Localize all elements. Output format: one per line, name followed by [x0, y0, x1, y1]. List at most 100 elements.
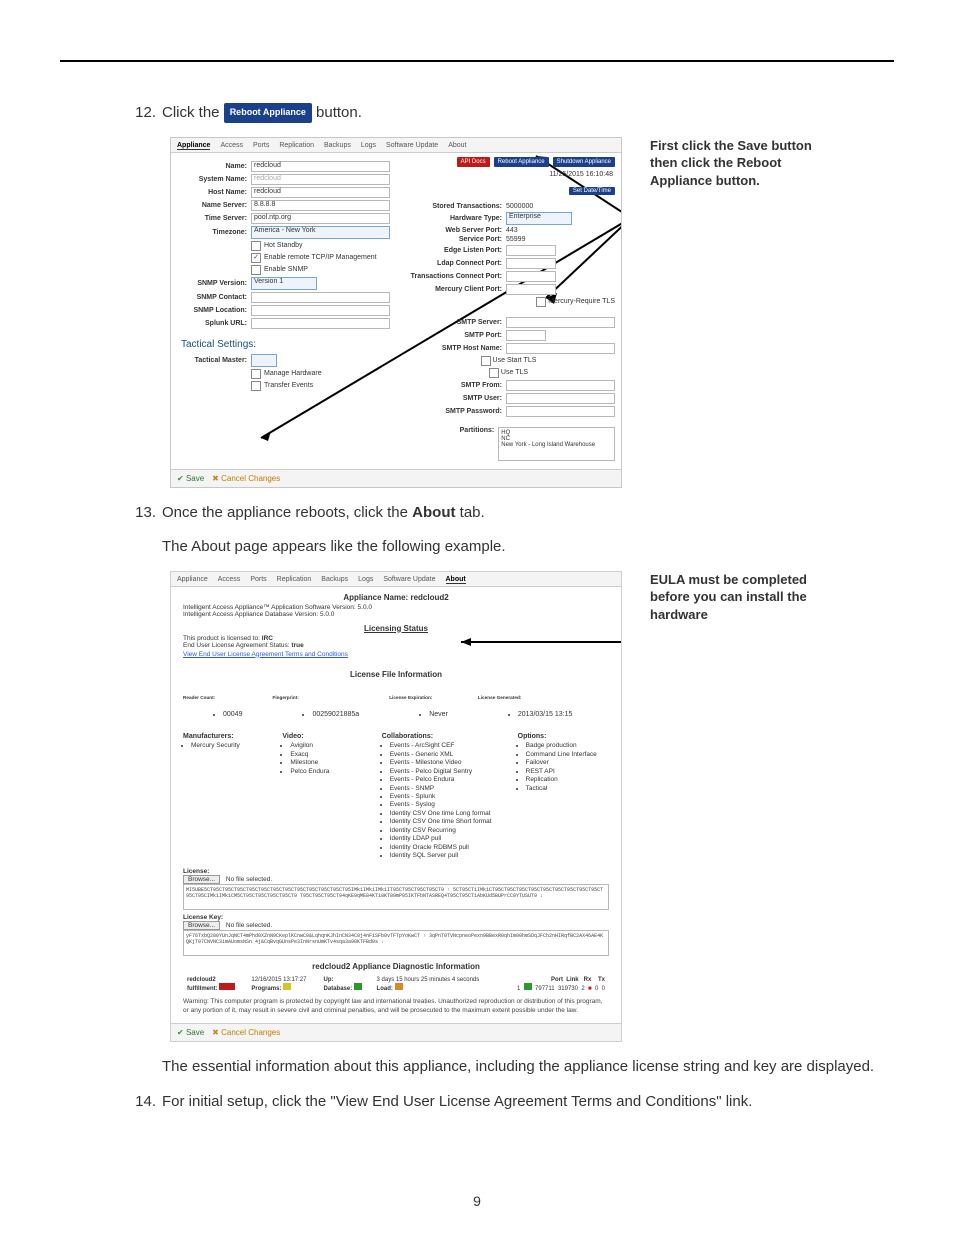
- host-name-label: Host Name:: [177, 189, 251, 196]
- cancel-changes-button[interactable]: ✖ Cancel Changes: [212, 474, 280, 483]
- step-12-pre: Click the: [162, 104, 224, 121]
- step-13-body: Once the appliance reboots, click the Ab…: [162, 502, 884, 525]
- hardware-type-select[interactable]: Enterprise: [506, 212, 572, 225]
- licensing-status-heading: Licensing Status: [171, 624, 621, 633]
- set-datetime-button[interactable]: Set Date/Time: [569, 187, 615, 195]
- splunk-url-input[interactable]: [251, 318, 390, 329]
- ldap-port-input[interactable]: [506, 258, 556, 269]
- tab-ports-2[interactable]: Ports: [250, 576, 266, 584]
- snmp-contact-input[interactable]: [251, 292, 390, 303]
- db-version: Intelligent Access Appliance Database Ve…: [171, 611, 621, 618]
- transfer-events-checkbox[interactable]: [251, 381, 261, 391]
- reboot-appliance-button[interactable]: Reboot Appliance: [494, 157, 549, 167]
- timezone-select[interactable]: America - New York: [251, 226, 390, 239]
- license-label: License:: [183, 868, 209, 875]
- hot-standby-checkbox[interactable]: [251, 241, 261, 251]
- starttls-checkbox[interactable]: [481, 356, 491, 366]
- diag-db: Database:: [324, 986, 353, 992]
- tactical-master-select[interactable]: [251, 354, 277, 367]
- diag-programs: Programs:: [251, 986, 281, 992]
- smtp-port-input[interactable]: [506, 330, 546, 341]
- tab-access[interactable]: Access: [220, 142, 243, 150]
- snmp-location-input[interactable]: [251, 305, 390, 316]
- net-c2: 0: [595, 986, 598, 992]
- list-item: Milestone: [290, 759, 373, 767]
- tab-ports[interactable]: Ports: [253, 142, 269, 150]
- manage-hardware-label: Manage Hardware: [264, 370, 322, 377]
- list-item: Avigilon: [290, 742, 373, 750]
- enable-snmp-checkbox[interactable]: [251, 265, 261, 275]
- tab-backups[interactable]: Backups: [324, 142, 351, 150]
- usetls-checkbox[interactable]: [489, 368, 499, 378]
- timezone-label: Timezone:: [177, 229, 251, 236]
- tab-about[interactable]: About: [448, 142, 466, 150]
- tab-backups-2[interactable]: Backups: [321, 576, 348, 584]
- smtp-server-input[interactable]: [506, 317, 615, 328]
- mercury-port-input[interactable]: [506, 284, 556, 295]
- tactical-master-label: Tactical Master:: [177, 357, 251, 364]
- tab-logs[interactable]: Logs: [361, 142, 376, 150]
- list-item: Identity SQL Server pull: [390, 852, 510, 860]
- snmp-version-select[interactable]: Version 1: [251, 277, 317, 290]
- list-item: Events - ArcSight CEF: [390, 742, 510, 750]
- fingerprint-val: 00259021885a: [312, 711, 359, 718]
- list-item: Identity Oracle RDBMS pull: [390, 844, 510, 852]
- list-item: Badge production: [526, 742, 609, 750]
- time-server-input[interactable]: pool.ntp.org: [251, 213, 390, 224]
- remote-tcpip-checkbox[interactable]: [251, 253, 261, 263]
- license-key-textarea[interactable]: yF76TxbQ280YUnJqNCT4mPhd0XZnN9CKeplKCnwC…: [183, 930, 609, 956]
- name-server-label: Name Server:: [177, 202, 251, 209]
- appliance-settings-screenshot: Appliance Access Ports Replication Backu…: [170, 137, 622, 488]
- list-item: Pelco Endura: [290, 768, 373, 776]
- smtp-host-input[interactable]: [506, 343, 615, 354]
- api-docs-button[interactable]: API Docs: [457, 157, 490, 167]
- starttls-label: Use Start TLS: [493, 357, 537, 364]
- step-14: 14. For initial setup, click the "View E…: [130, 1091, 884, 1114]
- step-12-num: 12.: [130, 102, 156, 125]
- list-item: Failover: [526, 759, 609, 767]
- stored-tx-value: 5000000: [506, 203, 533, 210]
- name-label: Name:: [177, 163, 251, 170]
- license-browse-button[interactable]: Browse...: [183, 875, 220, 884]
- cancel-changes-button-2[interactable]: ✖ Cancel Changes: [212, 1028, 280, 1037]
- smtp-pass-input[interactable]: [506, 406, 615, 417]
- name-server-input[interactable]: 8.8.8.8: [251, 200, 390, 211]
- tabs-bar: Appliance Access Ports Replication Backu…: [171, 138, 621, 153]
- manage-hardware-checkbox[interactable]: [251, 369, 261, 379]
- tx-port-input[interactable]: [506, 271, 556, 282]
- tab-replication-2[interactable]: Replication: [277, 576, 312, 584]
- license-textarea[interactable]: MI5UBE5CT95CT95CT95CT95CT95CT95CT95CT95C…: [183, 884, 609, 910]
- system-name-label: System Name:: [177, 176, 251, 183]
- video-heading: Video:: [282, 733, 373, 740]
- tab-software-update-2[interactable]: Software Update: [383, 576, 435, 584]
- remote-tcpip-label: Enable remote TCP/IP Management: [264, 254, 377, 261]
- name-input[interactable]: redcloud: [251, 161, 390, 172]
- tab-about-2[interactable]: About: [446, 576, 466, 584]
- eula-link[interactable]: View End User License Agreement Terms an…: [171, 649, 621, 664]
- system-name-input[interactable]: redcloud: [251, 174, 390, 185]
- shutdown-appliance-button[interactable]: Shutdown Appliance: [553, 157, 615, 167]
- save-button[interactable]: ✔ Save: [177, 474, 204, 483]
- partition-item[interactable]: New York - Long Island Warehouse: [501, 442, 612, 448]
- tab-logs-2[interactable]: Logs: [358, 576, 373, 584]
- smtp-pass-label: SMTP Password:: [402, 408, 506, 415]
- essential-info-text: The essential information about this app…: [162, 1056, 884, 1079]
- save-button-2[interactable]: ✔ Save: [177, 1028, 204, 1037]
- tab-software-update[interactable]: Software Update: [386, 142, 438, 150]
- net-port: 1: [517, 986, 520, 992]
- tab-replication[interactable]: Replication: [279, 142, 314, 150]
- license-key-nofile: No file selected.: [226, 922, 272, 929]
- tab-access-2[interactable]: Access: [218, 576, 241, 584]
- mercury-tls-checkbox[interactable]: [536, 297, 546, 307]
- step-13-num: 13.: [130, 502, 156, 525]
- edge-port-input[interactable]: [506, 245, 556, 256]
- partitions-list[interactable]: HQ NC New York - Long Island Warehouse: [498, 427, 615, 461]
- license-key-browse-button[interactable]: Browse...: [183, 921, 220, 930]
- tab-appliance-2[interactable]: Appliance: [177, 576, 208, 584]
- smtp-from-input[interactable]: [506, 380, 615, 391]
- tab-appliance[interactable]: Appliance: [177, 142, 210, 150]
- reader-count-val: 00049: [223, 711, 242, 718]
- smtp-user-input[interactable]: [506, 393, 615, 404]
- list-item: Identity CSV One time Short format: [390, 818, 510, 826]
- host-name-input[interactable]: redcloud: [251, 187, 390, 198]
